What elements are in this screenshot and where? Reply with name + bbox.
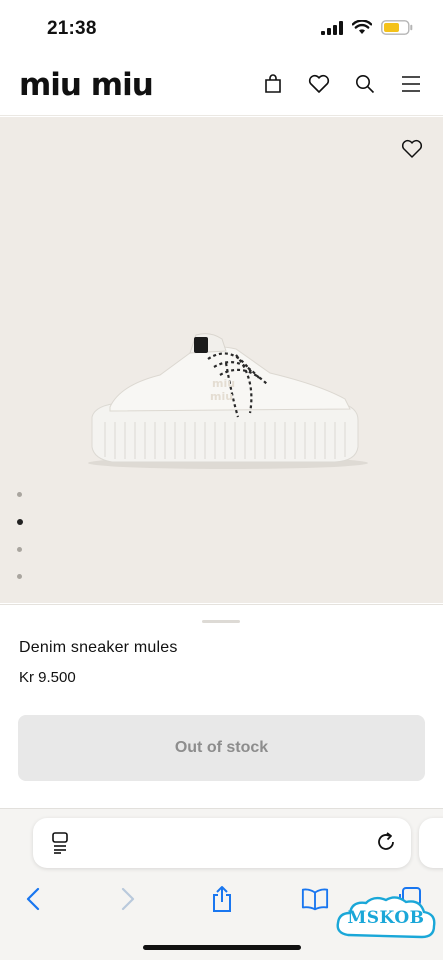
watermark: MSKOB xyxy=(334,893,438,947)
site-header: miu miu xyxy=(0,58,443,116)
shopping-bag-icon[interactable] xyxy=(261,72,285,96)
product-gallery[interactable]: miu miu xyxy=(0,117,443,603)
watermark-text: MSKOB xyxy=(347,908,425,928)
sheet-drag-handle[interactable] xyxy=(202,620,240,623)
gallery-dot[interactable] xyxy=(17,574,22,579)
svg-text:miu: miu xyxy=(210,390,233,403)
address-bar[interactable] xyxy=(33,818,411,868)
signal-icon xyxy=(321,20,343,35)
gallery-dot-active[interactable] xyxy=(17,519,23,525)
home-indicator[interactable] xyxy=(143,945,301,950)
brand-logo[interactable]: miu miu xyxy=(19,70,154,101)
reload-icon[interactable] xyxy=(375,831,397,858)
gallery-dot[interactable] xyxy=(17,492,22,497)
product-image: miu miu xyxy=(88,333,368,469)
header-actions xyxy=(261,72,423,96)
product-price: Kr 9.500 xyxy=(19,669,76,686)
svg-text:miu: miu xyxy=(212,377,235,390)
gallery-pagination[interactable] xyxy=(17,492,23,579)
wifi-icon xyxy=(352,20,372,34)
status-time: 21:38 xyxy=(47,18,97,39)
reader-tabs-icon[interactable] xyxy=(51,832,69,859)
battery-icon xyxy=(381,20,413,35)
out-of-stock-button[interactable]: Out of stock xyxy=(18,715,425,781)
gallery-dot[interactable] xyxy=(17,547,22,552)
status-bar: 21:38 xyxy=(0,0,443,58)
heart-icon[interactable] xyxy=(307,72,331,96)
menu-icon[interactable] xyxy=(399,72,423,96)
bookmarks-icon[interactable] xyxy=(301,885,329,913)
forward-icon[interactable] xyxy=(114,885,142,913)
adjacent-tab-preview[interactable] xyxy=(419,818,443,868)
share-icon[interactable] xyxy=(208,885,236,913)
back-icon[interactable] xyxy=(19,885,47,913)
product-details-sheet: Denim sneaker mules Kr 9.500 Out of stoc… xyxy=(0,604,443,808)
product-name: Denim sneaker mules xyxy=(19,639,178,656)
search-icon[interactable] xyxy=(353,72,377,96)
status-icons xyxy=(321,20,413,35)
